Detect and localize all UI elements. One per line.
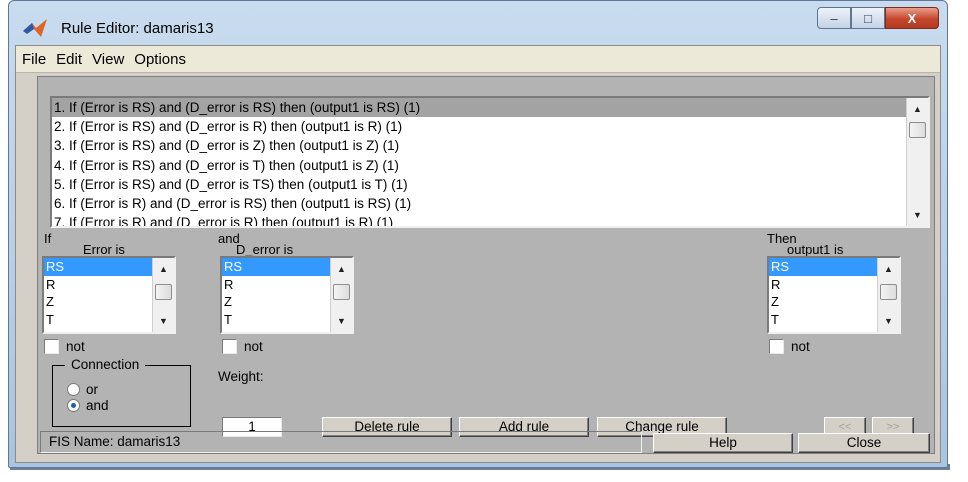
connection-title: Connection (65, 357, 146, 372)
checkbox-box[interactable] (44, 339, 59, 354)
d-error-label: D_error is (236, 242, 294, 257)
output-list-scrollbar[interactable]: ▲ ▼ (877, 258, 899, 332)
status-bar: FIS Name: damaris13 (40, 431, 642, 453)
error-list-scrollbar[interactable]: ▲ ▼ (152, 258, 174, 332)
output-mf-list[interactable]: RS R Z T ▲ ▼ (767, 256, 901, 334)
error-label: Error is (83, 242, 125, 257)
close-button[interactable]: Close (798, 433, 930, 453)
checkbox-box[interactable] (769, 339, 784, 354)
list-item[interactable]: T (44, 311, 154, 329)
scroll-up-icon[interactable]: ▲ (153, 260, 174, 278)
connection-and-radio[interactable]: and (67, 398, 109, 413)
scroll-down-icon[interactable]: ▼ (153, 312, 174, 330)
list-item[interactable]: RS (44, 258, 154, 276)
menu-options[interactable]: Options (129, 51, 191, 68)
scroll-down-icon[interactable]: ▼ (878, 312, 899, 330)
d-error-not-checkbox[interactable]: not (222, 339, 263, 354)
weight-label: Weight: (218, 369, 264, 384)
list-item[interactable]: RS (769, 258, 879, 276)
close-icon[interactable]: X (885, 7, 939, 29)
rule-item[interactable]: 1. If (Error is RS) and (D_error is RS) … (52, 98, 906, 118)
error-not-checkbox[interactable]: not (44, 339, 85, 354)
radio-label: and (86, 398, 109, 413)
maximize-icon[interactable]: □ (851, 7, 885, 29)
radio-label: or (86, 382, 99, 397)
scroll-thumb[interactable] (333, 284, 350, 300)
rule-item[interactable]: 6. If (Error is R) and (D_error is RS) t… (52, 194, 906, 213)
matlab-logo-icon (23, 19, 47, 37)
not-label: not (791, 339, 810, 354)
not-label: not (244, 339, 263, 354)
rule-editor-window: Rule Editor: damaris13 – □ X File Edit V… (8, 0, 948, 468)
menu-file[interactable]: File (16, 51, 51, 68)
scroll-down-icon[interactable]: ▼ (907, 206, 928, 224)
connection-or-radio[interactable]: or (67, 382, 98, 397)
radio-selected-icon[interactable] (67, 399, 80, 412)
help-button[interactable]: Help (653, 433, 793, 453)
scroll-thumb[interactable] (909, 122, 926, 138)
rule-item[interactable]: 5. If (Error is RS) and (D_error is TS) … (52, 175, 906, 194)
client-area: File Edit View Options 1. If (Error is R… (15, 45, 941, 463)
rule-item[interactable]: 3. If (Error is RS) and (D_error is Z) t… (52, 136, 906, 155)
list-item[interactable]: RS (222, 258, 332, 276)
scroll-up-icon[interactable]: ▲ (331, 260, 352, 278)
scroll-down-icon[interactable]: ▼ (331, 312, 352, 330)
window-title: Rule Editor: damaris13 (61, 20, 214, 37)
connection-group: Connection or and (52, 357, 191, 427)
output-label: output1 is (787, 242, 844, 257)
list-item[interactable]: Z (44, 293, 154, 311)
rule-item[interactable]: 4. If (Error is RS) and (D_error is T) t… (52, 156, 906, 175)
d-error-mf-list[interactable]: RS R Z T ▲ ▼ (220, 256, 354, 334)
scroll-up-icon[interactable]: ▲ (907, 100, 928, 118)
list-item[interactable]: Z (769, 293, 879, 311)
list-item[interactable]: R (44, 276, 154, 294)
list-item[interactable]: T (769, 311, 879, 329)
menu-bar: File Edit View Options (16, 46, 940, 73)
rule-item[interactable]: 7. If (Error is R) and (D_error is R) th… (52, 213, 906, 226)
menu-view[interactable]: View (87, 51, 129, 68)
radio-icon[interactable] (67, 383, 80, 396)
list-item[interactable]: R (222, 276, 332, 294)
menu-edit[interactable]: Edit (51, 51, 87, 68)
error-mf-list[interactable]: RS R Z T ▲ ▼ (42, 256, 176, 334)
window-controls: – □ X (817, 7, 939, 31)
list-item[interactable]: Z (222, 293, 332, 311)
rule-list-scrollbar[interactable]: ▲ ▼ (906, 98, 928, 226)
output-not-checkbox[interactable]: not (769, 339, 810, 354)
rule-list[interactable]: 1. If (Error is RS) and (D_error is RS) … (50, 96, 930, 228)
scroll-up-icon[interactable]: ▲ (878, 260, 899, 278)
list-item[interactable]: R (769, 276, 879, 294)
not-label: not (66, 339, 85, 354)
editor-panel: 1. If (Error is RS) and (D_error is RS) … (37, 76, 935, 454)
scroll-thumb[interactable] (155, 284, 172, 300)
if-label: If (44, 231, 52, 246)
checkbox-box[interactable] (222, 339, 237, 354)
title-bar[interactable]: Rule Editor: damaris13 – □ X (9, 1, 947, 45)
d-error-list-scrollbar[interactable]: ▲ ▼ (330, 258, 352, 332)
rule-item[interactable]: 2. If (Error is RS) and (D_error is R) t… (52, 117, 906, 136)
scroll-thumb[interactable] (880, 284, 897, 300)
list-item[interactable]: T (222, 311, 332, 329)
minimize-icon[interactable]: – (817, 7, 851, 29)
